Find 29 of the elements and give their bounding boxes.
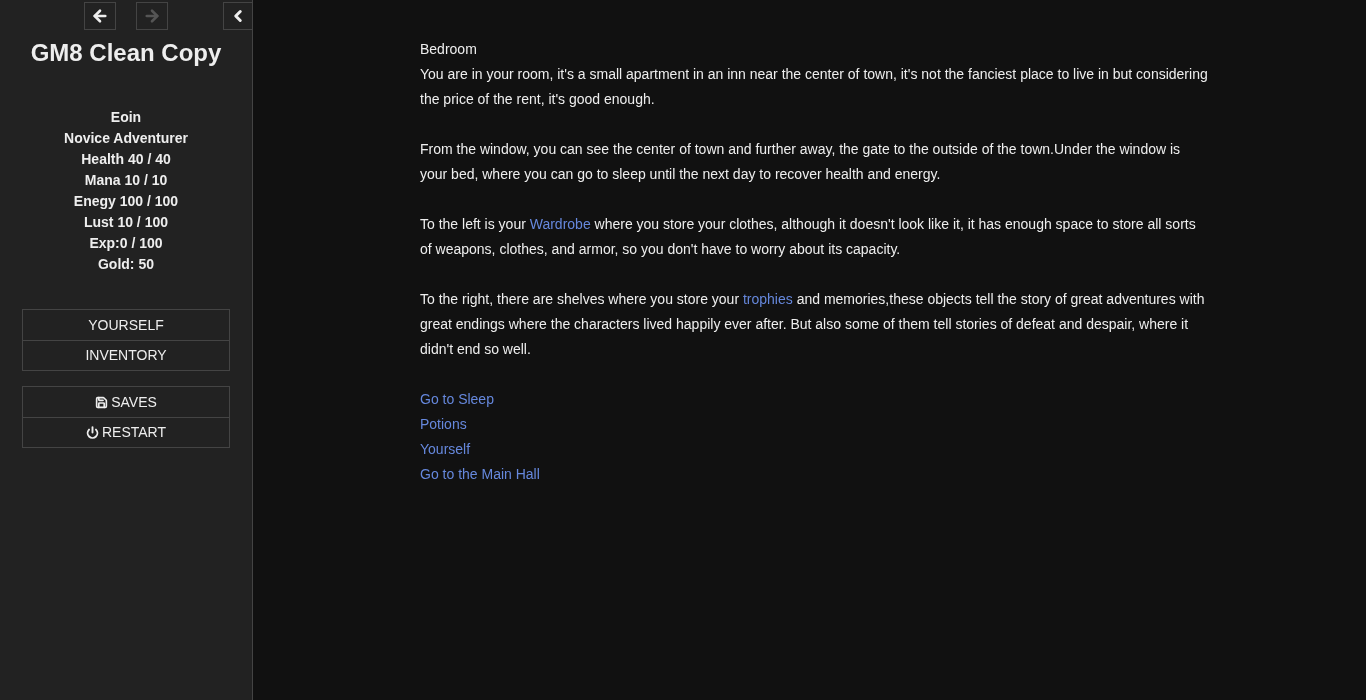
- menu-item[interactable]: INVENTORY: [23, 340, 229, 370]
- collapse-sidebar-button[interactable]: [223, 2, 252, 30]
- back-button[interactable]: [84, 2, 116, 30]
- stat-text: Novice Adventurer: [64, 129, 188, 148]
- save-icon: [95, 395, 109, 409]
- passage-title: Bedroom: [420, 40, 478, 59]
- saves-button[interactable]: SAVES: [23, 387, 229, 417]
- passage-link[interactable]: Go to the Main Hall: [420, 462, 540, 487]
- story-title: GM8 Clean Copy: [30, 38, 222, 68]
- power-icon: [85, 426, 99, 439]
- stat-text: Mana 10 / 10: [84, 171, 168, 190]
- stat-text: Enegy 100 / 100: [73, 192, 179, 211]
- stat-text: Eoin: [110, 108, 142, 127]
- passage-paragraph: You are in your room, it's a small apartment in an inn near the center of town, it's not the fanciest place to live in but considering the price of the rent, it's good enough.: [420, 65, 1209, 109]
- stat-text: Lust 10 / 100: [83, 213, 168, 232]
- passage-link[interactable]: Go to Sleep: [420, 387, 494, 412]
- stat-text: Gold: 50: [98, 255, 154, 274]
- passage-link[interactable]: trophies: [742, 291, 793, 307]
- passage-link[interactable]: Potions: [420, 412, 467, 437]
- passage-paragraph: To the left is your Wardrobe where you store your clothes, although it doesn't look like it, it has enough space to store all sorts of weapons, clothes, and armor, so you don't have to worry about its capacity.: [420, 215, 1197, 259]
- passage-paragraph: To the right, there are shelves where you store your trophies and memories,these objects tell the story of great adventures with great endings where the characters lived happily ever after. But also some of them tell stories of defeat and despair, where it didn't end so well.: [420, 290, 1206, 359]
- passage-link[interactable]: Yourself: [420, 437, 471, 462]
- menu-item[interactable]: YOURSELF: [23, 310, 229, 340]
- passage-link[interactable]: Wardrobe: [529, 216, 591, 232]
- stat-text: Health 40 / 40: [81, 150, 171, 169]
- passage-paragraph: From the window, you can see the center of town and further away, the gate to the outside of the town.Under the window is your bed, where you can go to sleep until the next day to recover health and energy.: [420, 140, 1182, 184]
- stat-text: Exp:0 / 100: [89, 234, 163, 253]
- arrow-right-icon: [143, 7, 161, 25]
- restart-button[interactable]: RESTART: [23, 417, 229, 447]
